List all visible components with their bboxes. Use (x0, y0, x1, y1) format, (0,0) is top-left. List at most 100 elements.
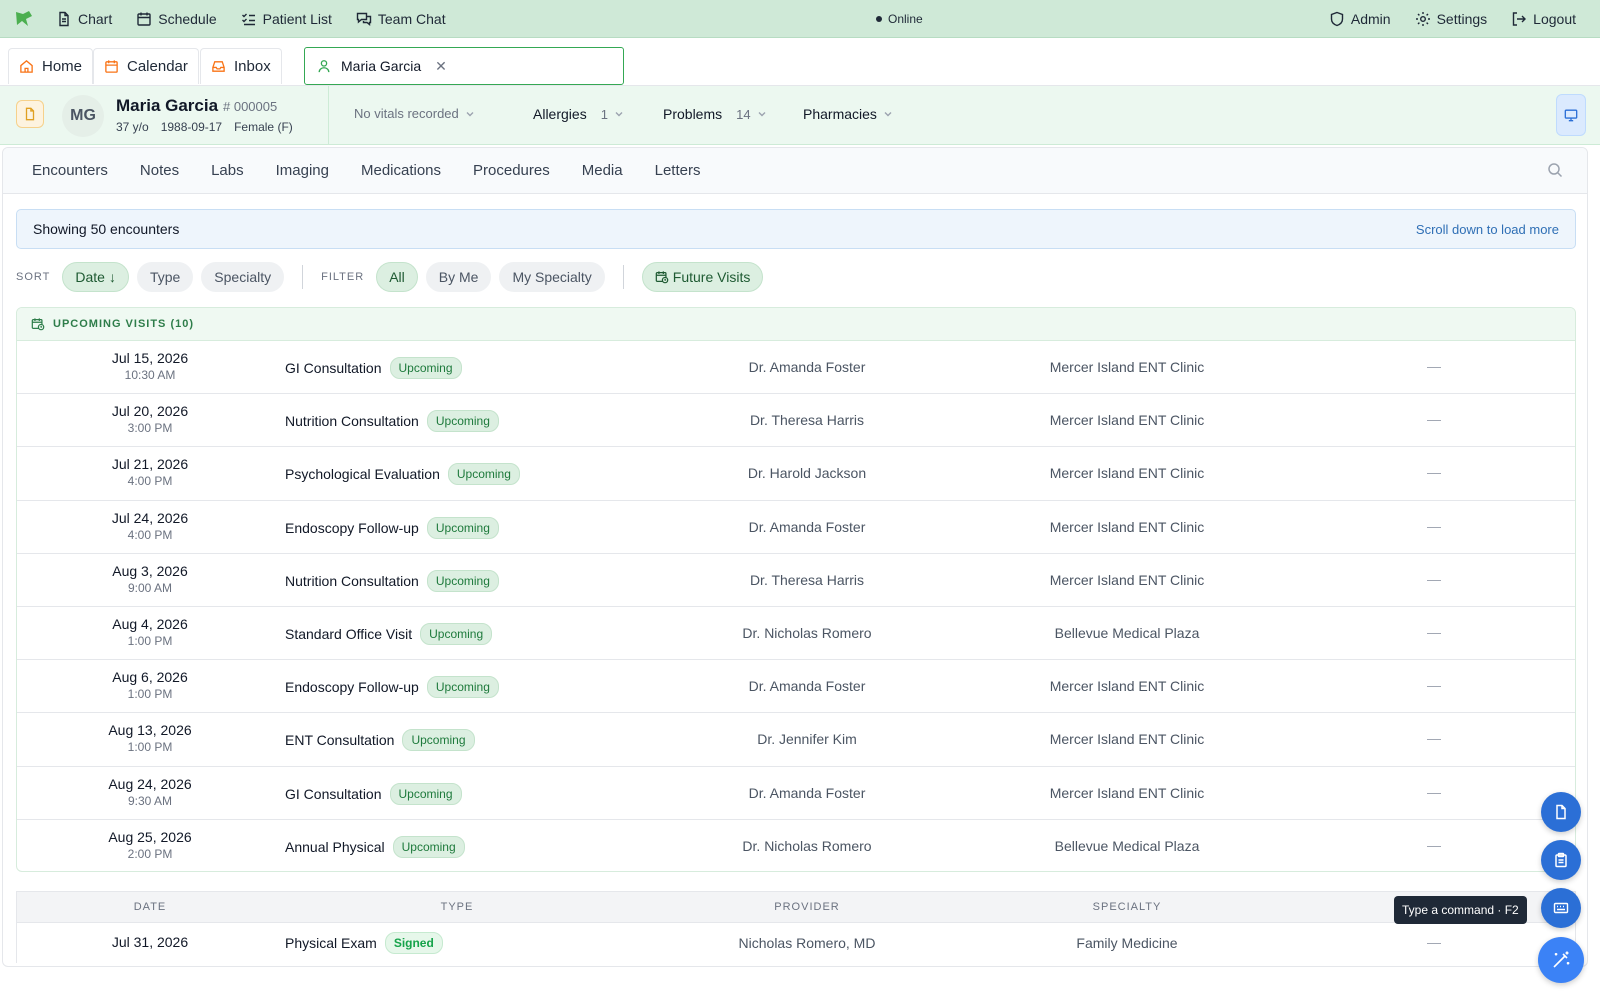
list-item[interactable]: Aug 3, 2026 9:00 AM Nutrition Consultation… (17, 554, 1575, 607)
tab-calendar[interactable]: Calendar (93, 48, 199, 84)
visit-date: Jul 24, 2026 (111, 509, 189, 526)
status-badge: Upcoming (426, 410, 499, 433)
future-visits-chip[interactable]: Future Visits (641, 262, 764, 292)
list-item[interactable]: Aug 24, 2026 9:30 AM GI Consultation Upcomi… (17, 767, 1575, 820)
visit-date: Aug 3, 2026 (112, 562, 188, 579)
tab-letters[interactable]: Letters (639, 162, 717, 179)
visit-time: 9:00 AM (127, 580, 173, 595)
chevron-down-icon (465, 109, 475, 119)
vitals-label: No vitals recorded (354, 106, 459, 121)
tab-medications[interactable]: Medications (345, 162, 457, 179)
col-specialty[interactable]: SPECIALTY (1007, 901, 1247, 913)
nav-logout[interactable]: Logout (1499, 0, 1588, 38)
tab-procedures[interactable]: Procedures (457, 162, 566, 179)
list-item[interactable]: Aug 6, 2026 1:00 PM Endoscopy Follow-up Upc… (17, 660, 1575, 714)
divider (622, 265, 624, 289)
visit-provider: Dr. Theresa Harris (749, 412, 865, 429)
visit-time: 10:30 AM (124, 368, 176, 382)
list-item[interactable]: Jul 15, 2026 10:30 AM GI Consultation Upcom… (17, 341, 1575, 395)
visit-time: 1:00 PM (127, 633, 173, 648)
tab-encounters[interactable]: Encounters (16, 162, 124, 179)
problems-dropdown[interactable]: Problems 14 (663, 106, 767, 122)
tab-imaging[interactable]: Imaging (260, 162, 345, 179)
visit-ch: — (1427, 411, 1441, 428)
encounter-date: Jul 31, 2026 (111, 934, 189, 950)
fab-document-button[interactable] (1541, 792, 1581, 832)
list-item[interactable]: Jul 21, 2026 4:00 PM Psychological Evaluat… (17, 447, 1575, 501)
monitor-button[interactable] (1556, 94, 1586, 136)
allergies-dropdown[interactable]: Allergies 1 (533, 106, 624, 122)
list-item[interactable]: Aug 13, 2026 1:00 PM ENT Consultation Upcom… (17, 713, 1575, 767)
connection-status-label: Online (888, 12, 923, 26)
visit-provider: Dr. Amanda Foster (748, 518, 866, 535)
calendar-icon (105, 60, 118, 73)
sort-type-chip[interactable]: Type (136, 262, 194, 292)
problems-count: 14 (736, 106, 751, 122)
col-date[interactable]: DATE (85, 901, 215, 913)
list-item[interactable]: Jul 20, 2026 3:00 PM Nutrition Consultatio… (17, 394, 1575, 448)
sort-specialty-chip[interactable]: Specialty (201, 262, 285, 292)
table-row[interactable]: Jul 31, 2026 Physical Exam Signed Nichol… (16, 923, 1576, 963)
nav-team-chat[interactable]: Team Chat (344, 0, 458, 38)
patient-doc-button[interactable] (16, 100, 44, 128)
col-type[interactable]: TYPE (397, 901, 517, 913)
visit-datetime: Jul 15, 2026 10:30 AM (85, 350, 215, 382)
tab-notes[interactable]: Notes (124, 162, 195, 179)
tab-home[interactable]: Home (8, 48, 94, 84)
tab-inbox[interactable]: Inbox (200, 48, 282, 84)
close-icon[interactable]: ✕ (435, 58, 447, 75)
fab-magic-button[interactable] (1538, 937, 1584, 983)
visit-type: Nutrition Consultation (285, 413, 419, 430)
visit-type: Nutrition Consultation (285, 572, 419, 589)
pharmacies-label: Pharmacies (803, 106, 877, 122)
divider (302, 265, 304, 289)
app-logo-icon[interactable] (4, 0, 44, 38)
filter-my-specialty-chip[interactable]: My Specialty (499, 262, 605, 292)
avatar: MG (62, 95, 104, 137)
list-item[interactable]: Aug 25, 2026 2:00 PM Annual Physical Upcomi… (17, 820, 1575, 871)
visit-provider: Dr. Nicholas Romero (742, 837, 872, 854)
filter-label: FILTER (321, 271, 365, 283)
nav-schedule[interactable]: Schedule (124, 0, 228, 38)
visit-type-cell: Psychological Evaluation Upcoming (285, 463, 520, 486)
search-icon[interactable] (1547, 162, 1563, 178)
filter-all-chip[interactable]: All (376, 262, 418, 292)
fab-clipboard-button[interactable] (1541, 840, 1581, 880)
nav-settings[interactable]: Settings (1403, 0, 1500, 38)
nav-chart[interactable]: Chart (44, 0, 124, 38)
list-item[interactable]: Jul 24, 2026 4:00 PM Endoscopy Follow-up Up… (17, 501, 1575, 554)
chevron-down-icon (757, 109, 767, 119)
patient-banner: MG Maria Garcia # 000005 37 y/o 1988-09-… (0, 86, 1600, 145)
chart-subtabs: Encounters Notes Labs Imaging Medication… (3, 148, 1587, 194)
patient-name: Maria Garcia (116, 96, 219, 115)
list-item[interactable]: Aug 4, 2026 1:00 PM Standard Office Visit U… (17, 607, 1575, 661)
tab-media[interactable]: Media (566, 162, 639, 179)
encounter-provider: Nicholas Romero, MD (738, 935, 876, 951)
visit-location: Mercer Island ENT Clinic (1049, 465, 1205, 482)
tab-labs[interactable]: Labs (195, 162, 260, 179)
visit-date: Jul 21, 2026 (111, 456, 189, 473)
visit-type: Annual Physical (285, 838, 385, 855)
visit-date: Aug 4, 2026 (112, 615, 188, 632)
visit-datetime: Aug 4, 2026 1:00 PM (85, 616, 215, 648)
status-badge: Upcoming (420, 622, 493, 645)
visit-time: 4:00 PM (127, 474, 173, 489)
fab-command-button[interactable] (1541, 888, 1581, 928)
document-icon (1556, 804, 1566, 820)
tab-patient[interactable]: Maria Garcia ✕ (304, 47, 624, 85)
nav-admin[interactable]: Admin (1317, 0, 1403, 38)
col-provider[interactable]: PROVIDER (697, 901, 917, 913)
status-badge: Upcoming (402, 729, 475, 752)
vitals-dropdown[interactable]: No vitals recorded (354, 106, 475, 121)
pharmacies-dropdown[interactable]: Pharmacies (803, 106, 893, 122)
visit-ch: — (1427, 464, 1441, 481)
sort-date-chip[interactable]: Date ↓ (62, 262, 129, 292)
load-more-link[interactable]: Scroll down to load more (1416, 222, 1559, 237)
filter-by-me-chip[interactable]: By Me (425, 262, 492, 292)
visit-date: Jul 15, 2026 (111, 350, 189, 366)
visit-time: 2:00 PM (127, 846, 173, 861)
visit-datetime: Aug 3, 2026 9:00 AM (85, 563, 215, 595)
nav-patient-list[interactable]: Patient List (229, 0, 344, 38)
visit-location: Mercer Island ENT Clinic (1049, 784, 1205, 801)
visit-type-cell: Annual Physical Upcoming (285, 835, 465, 858)
